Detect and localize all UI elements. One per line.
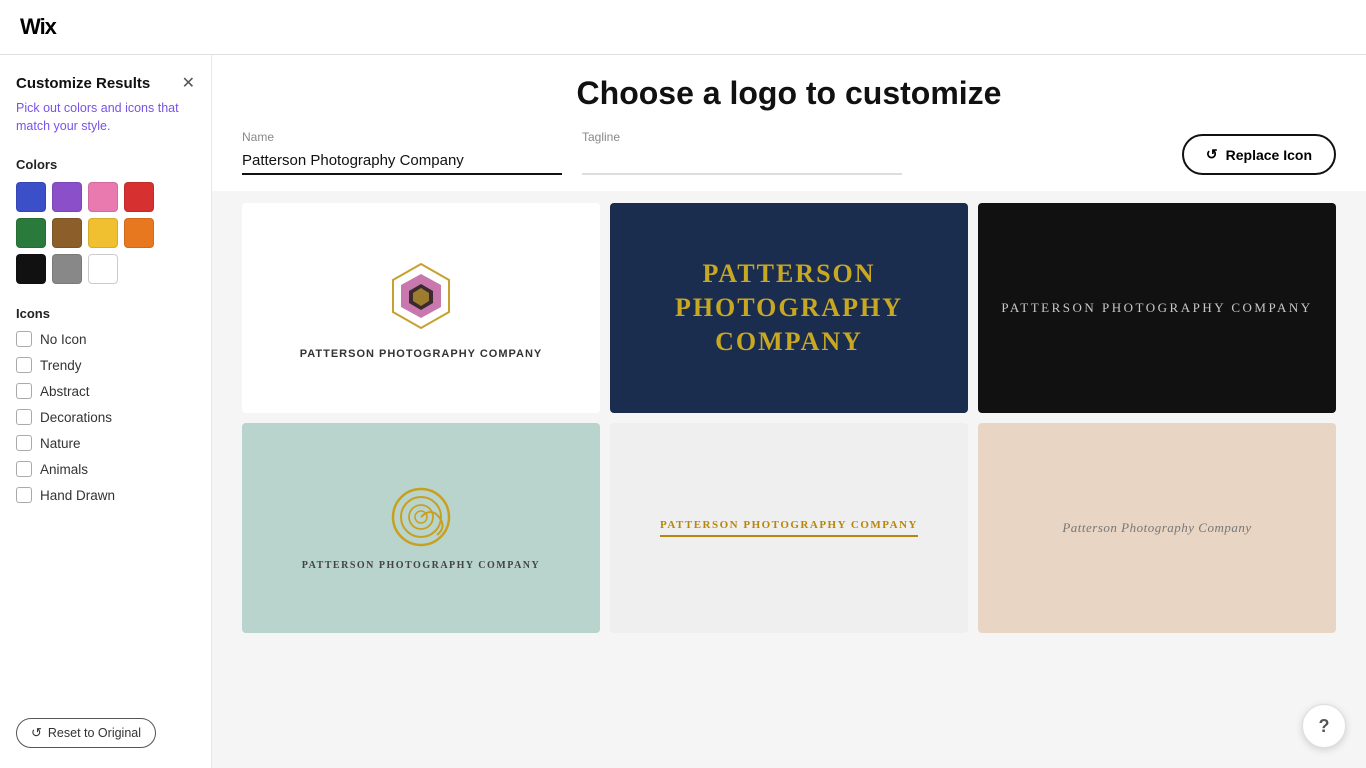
checkbox-no-icon[interactable] xyxy=(16,331,32,347)
icon-option-label-no-icon: No Icon xyxy=(40,332,87,347)
logo-card-2-inner: PattersonPhotographyCompany xyxy=(610,203,968,413)
icon-option-label-trendy: Trendy xyxy=(40,358,82,373)
help-button[interactable]: ? xyxy=(1302,704,1346,748)
icon-options: No Icon Trendy Abstract Decorations Natu… xyxy=(16,331,195,503)
logo-card-5-text: Patterson Photography Company xyxy=(660,519,918,537)
logo-card-4-text: Patterson Photography Company xyxy=(302,560,541,571)
color-grid xyxy=(16,182,195,284)
icon-option-label-abstract: Abstract xyxy=(40,384,90,399)
wix-logo: Wix xyxy=(20,14,56,40)
logo-card-5-inner: Patterson Photography Company xyxy=(610,423,968,633)
icon-option-decorations[interactable]: Decorations xyxy=(16,409,195,425)
color-swatch-white[interactable] xyxy=(88,254,118,284)
color-swatch-blue[interactable] xyxy=(16,182,46,212)
main-content: Choose a logo to customize Name Tagline … xyxy=(212,55,1366,768)
tagline-label: Tagline xyxy=(582,130,902,144)
checkbox-animals[interactable] xyxy=(16,461,32,477)
icon-option-no-icon[interactable]: No Icon xyxy=(16,331,195,347)
checkbox-hand-drawn[interactable] xyxy=(16,487,32,503)
logo-grid: Patterson Photography Company PattersonP… xyxy=(242,203,1336,633)
color-swatch-red[interactable] xyxy=(124,182,154,212)
name-input-group: Name xyxy=(242,130,562,175)
logo-card-3-inner: Patterson Photography Company xyxy=(978,203,1336,413)
sidebar-title-row: Customize Results ✕ xyxy=(16,75,195,92)
close-icon[interactable]: ✕ xyxy=(182,76,195,92)
logo-card-1-text: Patterson Photography Company xyxy=(300,348,543,360)
icon-option-animals[interactable]: Animals xyxy=(16,461,195,477)
spiral-icon xyxy=(389,485,454,550)
logo-card-6-text: Patterson Photography Company xyxy=(1062,520,1251,536)
reset-to-original-button[interactable]: ↺ Reset to Original xyxy=(16,718,156,748)
color-swatch-orange[interactable] xyxy=(124,218,154,248)
color-swatch-purple[interactable] xyxy=(52,182,82,212)
sidebar-title: Customize Results xyxy=(16,75,150,92)
color-swatch-pink[interactable] xyxy=(88,182,118,212)
color-swatch-green[interactable] xyxy=(16,218,46,248)
color-swatch-yellow[interactable] xyxy=(88,218,118,248)
icon-option-label-hand-drawn: Hand Drawn xyxy=(40,488,115,503)
logo-card-1[interactable]: Patterson Photography Company xyxy=(242,203,600,413)
reset-label: Reset to Original xyxy=(48,726,141,740)
logo-card-3-text: Patterson Photography Company xyxy=(1001,300,1312,316)
icon-option-hand-drawn[interactable]: Hand Drawn xyxy=(16,487,195,503)
logo-card-2-text: PattersonPhotographyCompany xyxy=(675,257,903,358)
icon-option-label-decorations: Decorations xyxy=(40,410,112,425)
logo-card-6-inner: Patterson Photography Company xyxy=(978,423,1336,633)
checkbox-trendy[interactable] xyxy=(16,357,32,373)
logo-card-4-inner: Patterson Photography Company xyxy=(242,423,600,633)
icon-option-label-animals: Animals xyxy=(40,462,88,477)
inputs-row: Name Tagline ↺ Replace Icon xyxy=(242,130,1336,175)
logo-card-4[interactable]: Patterson Photography Company xyxy=(242,423,600,633)
geometric-icon xyxy=(381,256,461,336)
logo-card-2[interactable]: PattersonPhotographyCompany xyxy=(610,203,968,413)
main-layout: Customize Results ✕ Pick out colors and … xyxy=(0,55,1366,768)
tagline-input-group: Tagline xyxy=(582,130,902,175)
page-title: Choose a logo to customize xyxy=(242,75,1336,112)
help-label: ? xyxy=(1319,716,1330,737)
colors-section-label: Colors xyxy=(16,157,195,172)
top-bar: Choose a logo to customize Name Tagline … xyxy=(212,55,1366,191)
icon-option-nature[interactable]: Nature xyxy=(16,435,195,451)
name-input[interactable] xyxy=(242,148,562,175)
tagline-input[interactable] xyxy=(582,148,902,175)
color-swatch-gray[interactable] xyxy=(52,254,82,284)
color-swatch-brown[interactable] xyxy=(52,218,82,248)
logo-card-5[interactable]: Patterson Photography Company xyxy=(610,423,968,633)
icon-option-abstract[interactable]: Abstract xyxy=(16,383,195,399)
checkbox-decorations[interactable] xyxy=(16,409,32,425)
icon-option-trendy[interactable]: Trendy xyxy=(16,357,195,373)
logo-card-1-inner: Patterson Photography Company xyxy=(242,203,600,413)
sidebar: Customize Results ✕ Pick out colors and … xyxy=(0,55,212,768)
replace-icon-button[interactable]: ↺ Replace Icon xyxy=(1182,134,1336,175)
reset-icon: ↺ xyxy=(31,725,42,741)
logo-card-3[interactable]: Patterson Photography Company xyxy=(978,203,1336,413)
header: Wix xyxy=(0,0,1366,55)
checkbox-abstract[interactable] xyxy=(16,383,32,399)
icon-option-label-nature: Nature xyxy=(40,436,81,451)
sidebar-subtitle: Pick out colors and icons that match you… xyxy=(16,100,195,135)
replace-icon-label: Replace Icon xyxy=(1226,147,1312,163)
icons-section-label: Icons xyxy=(16,306,195,321)
name-label: Name xyxy=(242,130,562,144)
checkbox-nature[interactable] xyxy=(16,435,32,451)
logo-card-6[interactable]: Patterson Photography Company xyxy=(978,423,1336,633)
replace-icon-arrow: ↺ xyxy=(1206,146,1218,163)
color-swatch-black[interactable] xyxy=(16,254,46,284)
